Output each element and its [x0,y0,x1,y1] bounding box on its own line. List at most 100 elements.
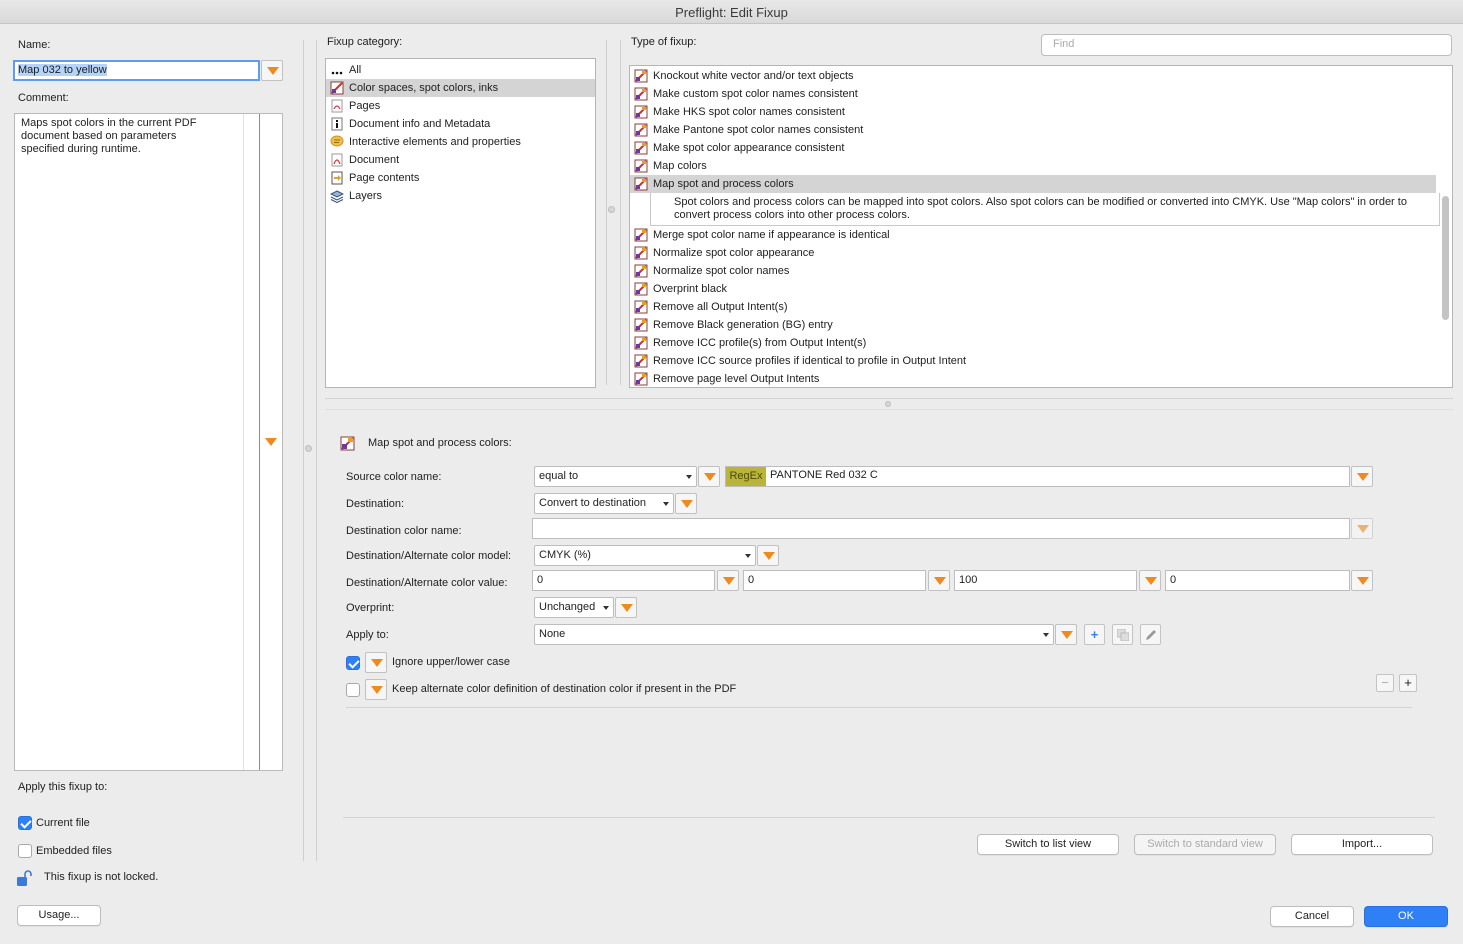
color-value-c-options-button[interactable] [717,570,739,591]
fixup-type-item[interactable]: Remove all Output Intent(s) [630,298,1436,316]
overprint-value: Unchanged [539,601,596,613]
usage-button[interactable]: Usage... [17,905,101,926]
destination-value: Convert to destination [539,497,647,509]
color-value-k-options-button[interactable] [1351,570,1373,591]
ignore-case-options-button[interactable] [365,652,387,673]
top-splitter[interactable] [325,398,1453,399]
fixup-type-item[interactable]: Merge spot color name if appearance is i… [630,226,1436,244]
add-condition-icon[interactable]: + [1084,624,1105,645]
comment-bubble-icon [330,135,344,149]
current-file-checkbox[interactable] [18,816,32,830]
import-button[interactable]: Import... [1291,834,1433,855]
category-item-document[interactable]: Document [326,151,595,169]
fixup-type-item[interactable]: Make custom spot color names consistent [630,85,1436,103]
fixup-type-item[interactable]: Remove ICC source profiles if identical … [630,352,1436,370]
color-model-options-button[interactable] [757,545,779,566]
find-input[interactable]: Find [1041,34,1452,56]
fixup-type-label: Make spot color appearance consistent [653,142,845,154]
destination-select[interactable]: Convert to destination [534,493,674,514]
apply-to-options-button[interactable] [1055,624,1077,645]
fixup-type-item[interactable]: Map spot and process colors [630,175,1436,193]
category-item-interactive[interactable]: Interactive elements and properties [326,133,595,151]
ignore-case-checkbox[interactable] [346,656,360,670]
category-item-pages[interactable]: Pages [326,97,595,115]
color-value-y-input[interactable]: 100 [954,570,1137,591]
fixup-type-label: Remove Black generation (BG) entry [653,319,833,331]
remove-row-minus-icon[interactable]: − [1376,674,1394,692]
color-value-c-input[interactable]: 0 [532,570,715,591]
fixup-list-scrollbar[interactable] [1442,196,1449,320]
ok-button[interactable]: OK [1364,906,1448,927]
fixup-type-item[interactable]: Normalize spot color names [630,262,1436,280]
left-splitter[interactable] [303,40,304,861]
fixup-type-item[interactable]: Knockout white vector and/or text object… [630,67,1436,85]
switch-to-list-view-button[interactable]: Switch to list view [977,834,1119,855]
cancel-button[interactable]: Cancel [1270,906,1354,927]
middle-splitter-edge [620,40,621,385]
fixup-type-item[interactable]: Map colors [630,157,1436,175]
dest-color-name-label: Destination color name: [346,525,462,537]
fixup-type-icon [634,282,648,296]
add-row-plus-icon[interactable]: + [1399,674,1417,692]
fixup-category-list[interactable]: All Color spaces, spot colors, inks Page… [325,58,596,388]
category-item-layers[interactable]: Layers [326,187,595,205]
apply-to-label: Apply to: [346,629,389,641]
fixup-type-icon [634,228,648,242]
params-header: Map spot and process colors: [368,437,512,449]
keep-alternate-checkbox[interactable] [346,683,360,697]
category-item-page-contents[interactable]: Page contents [326,169,595,187]
source-color-options-button[interactable] [1351,466,1373,487]
dest-color-name-input[interactable] [532,518,1350,539]
fixup-type-item[interactable]: Remove page level Output Intents [630,370,1436,387]
left-splitter-grip[interactable] [305,445,312,452]
duplicate-condition-icon[interactable] [1112,624,1133,645]
category-item-color-spaces[interactable]: Color spaces, spot colors, inks [326,79,595,97]
switch-to-standard-view-button[interactable]: Switch to standard view [1134,834,1276,855]
top-splitter-grip[interactable] [885,401,891,407]
find-placeholder: Find [1053,38,1075,50]
middle-splitter[interactable] [606,40,607,385]
fixup-type-item[interactable]: Make HKS spot color names consistent [630,103,1436,121]
comment-textarea[interactable]: Maps spot colors in the current PDF docu… [14,113,283,771]
destination-options-button[interactable] [675,493,697,514]
category-item-document-info[interactable]: Document info and Metadata [326,115,595,133]
fixup-type-label: Remove page level Output Intents [653,373,820,385]
overprint-options-button[interactable] [615,597,637,618]
chevron-down-icon [745,554,751,558]
fixup-type-icon [634,300,648,314]
top-splitter-edge [325,409,1453,410]
fixup-type-item[interactable]: Normalize spot color appearance [630,244,1436,262]
fixup-type-item[interactable]: Remove ICC profile(s) from Output Intent… [630,334,1436,352]
fixup-type-item[interactable]: Make Pantone spot color names consistent [630,121,1436,139]
embedded-files-checkbox[interactable] [18,844,32,858]
color-value-k-input[interactable]: 0 [1165,570,1350,591]
page-contents-icon [330,171,344,185]
dest-color-name-options-button[interactable] [1351,518,1373,539]
fixup-type-label: Remove ICC profile(s) from Output Intent… [653,337,867,349]
regex-badge[interactable]: RegEx [726,467,766,486]
type-of-fixup-list[interactable]: Knockout white vector and/or text object… [629,65,1453,388]
middle-splitter-grip[interactable] [608,206,615,213]
color-value-m-options-button[interactable] [928,570,950,591]
fixup-type-item[interactable]: Overprint black [630,280,1436,298]
source-operator-select[interactable]: equal to [534,466,697,487]
category-item-all[interactable]: All [326,61,595,79]
comment-options-arrow-icon[interactable] [265,438,277,446]
source-color-input[interactable]: RegEx PANTONE Red 032 C [725,466,1350,487]
apply-to-select[interactable]: None [534,624,1054,645]
fixup-type-icon [634,372,648,386]
color-value-m-input[interactable]: 0 [743,570,926,591]
fixup-type-label: Knockout white vector and/or text object… [653,70,854,82]
name-input[interactable]: Map 032 to yellow [13,60,260,81]
fixup-type-item[interactable]: Remove Black generation (BG) entry [630,316,1436,334]
overprint-select[interactable]: Unchanged [534,597,614,618]
fixup-type-item[interactable]: Make spot color appearance consistent [630,139,1436,157]
color-model-select[interactable]: CMYK (%) [534,545,756,566]
source-operator-options-button[interactable] [698,466,720,487]
unlocked-padlock-icon[interactable] [16,869,34,887]
name-options-button[interactable] [261,60,283,81]
color-value-y-options-button[interactable] [1139,570,1161,591]
name-label: Name: [18,39,51,51]
edit-condition-pencil-icon[interactable] [1140,624,1161,645]
keep-alternate-options-button[interactable] [365,679,387,700]
